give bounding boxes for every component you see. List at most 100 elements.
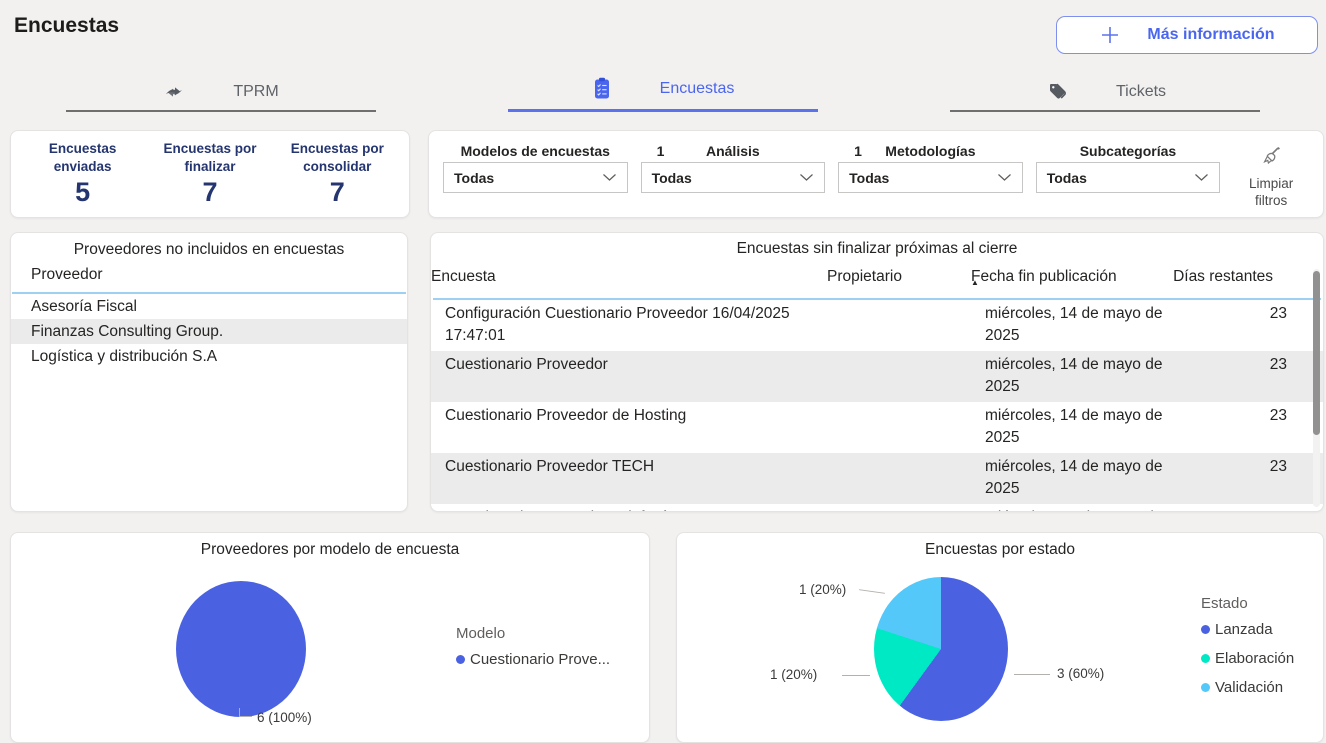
connector-icon [163,82,185,102]
table-row[interactable]: Cuestionario Proveedor Telefonía miércol… [431,504,1323,512]
cell-encuesta: Configuración Cuestionario Proveedor 16/… [445,300,841,351]
kpi-encuestas-por-consolidar: Encuestas por consolidar 7 [276,140,398,207]
clear-filters-label: Limpiar filtros [1233,176,1309,210]
surveys-table-header: Encuesta Propietario Fecha fin publicaci… [431,258,1323,298]
pie-encuestas-por-estado[interactable] [874,577,1008,721]
table-row[interactable]: Configuración Cuestionario Proveedor 16/… [431,300,1323,351]
pie-chart-encuestas-por-estado: Encuestas por estado 1 (20%) 1 (20%) 3 (… [676,532,1324,743]
pie-data-label-lanzada: 3 (60%) [1057,666,1104,681]
filter-analisis: 1 Análisis Todas [641,143,826,193]
kpi-encuestas-por-finalizar: Encuestas por finalizar 7 [149,140,271,207]
page-title: Encuestas [14,14,119,38]
column-header-propietario[interactable]: Propietario [827,266,971,288]
legend-title: Estado [1201,595,1294,612]
legend-item-cuestionario-proveedor[interactable]: Cuestionario Prove... [456,651,610,668]
clipboard-checklist-icon [592,77,612,101]
cell-encuesta: Cuestionario Proveedor Telefonía [445,504,841,512]
cell-dias: 23 [1171,504,1287,512]
pie-slice-cuestionario-proveedor[interactable] [176,581,306,717]
providers-column-header[interactable]: Proveedor [11,259,407,292]
more-info-label: Más información [1147,26,1274,44]
metodologias-dropdown[interactable]: Todas [838,162,1023,193]
table-row[interactable]: Cuestionario Proveedor TECH miércoles, 1… [431,453,1323,504]
chevron-down-icon [799,173,814,182]
pie-data-label: 6 (100%) [257,710,312,725]
tab-encuestas[interactable]: Encuestas [442,70,884,112]
chevron-down-icon [1194,173,1209,182]
tab-tickets-label: Tickets [1116,83,1166,101]
kpi-value: 5 [22,177,144,208]
column-header-dias[interactable]: Días restantes [1157,266,1273,288]
pie-chart-proveedores-por-modelo: Proveedores por modelo de encuesta 6 (10… [10,532,650,743]
filter-label: Metodologías [885,143,975,159]
cell-propietario [841,504,985,512]
pie-data-label-elaboracion: 1 (20%) [770,667,817,682]
more-info-button[interactable]: Más información [1056,16,1318,54]
kpi-label: Encuestas enviadas [22,140,144,175]
table-row[interactable]: Finanzas Consulting Group. [11,319,407,344]
surveys-table-title: Encuestas sin finalizar próximas al cier… [431,240,1323,258]
cell-fecha: miércoles, 14 de mayo de 2025 [985,300,1171,351]
filter-modelos-de-encuestas: Modelos de encuestas Todas [443,143,628,193]
tab-tickets[interactable]: Tickets [884,70,1326,112]
legend-item-elaboracion[interactable]: Elaboración [1201,650,1294,667]
clear-filters-button[interactable]: Limpiar filtros [1233,143,1309,210]
callout-line [1014,674,1050,675]
cell-encuesta: Cuestionario Proveedor [445,351,841,402]
column-header-fecha[interactable]: Fecha fin publicación ▲ [971,266,1157,288]
scrollbar-thumb[interactable] [1313,271,1320,435]
tab-encuestas-label: Encuestas [660,80,735,98]
broom-icon [1258,145,1284,169]
subcategorias-dropdown[interactable]: Todas [1036,162,1221,193]
callout-line [239,708,252,717]
table-row[interactable]: Logística y distribución S.A [11,344,407,369]
cell-fecha: miércoles, 14 de mayo de 2025 [985,351,1171,402]
legend-title: Modelo [456,625,610,642]
cell-dias: 23 [1171,351,1287,402]
dropdown-value: Todas [652,170,692,186]
tab-bar: TPRM Encuestas [0,70,1326,112]
chevron-down-icon [602,173,617,182]
cell-propietario [841,300,985,351]
cell-propietario [841,402,985,453]
kpi-label: Encuestas por consolidar [276,140,398,175]
table-row[interactable]: Cuestionario Proveedor de Hosting miérco… [431,402,1323,453]
kpi-value: 7 [276,177,398,208]
surveys-table-card: Encuestas sin finalizar próximas al cier… [430,232,1324,512]
modelos-dropdown[interactable]: Todas [443,162,628,193]
dropdown-value: Todas [454,170,494,186]
kpi-value: 7 [149,177,271,208]
cell-dias: 23 [1171,402,1287,453]
cell-encuesta: Cuestionario Proveedor de Hosting [445,402,841,453]
sort-ascending-icon: ▲ [971,272,979,294]
filter-count-badge: 1 [657,143,665,159]
tags-icon [1044,82,1068,102]
tab-tprm-label: TPRM [233,83,278,101]
callout-line [842,675,870,676]
legend-item-lanzada[interactable]: Lanzada [1201,621,1294,638]
legend-dot [1201,625,1210,634]
legend-dot [456,655,465,664]
cell-encuesta: Cuestionario Proveedor TECH [445,453,841,504]
filter-label: Análisis [706,143,760,159]
filters-card: Modelos de encuestas Todas 1 Análisis To… [428,130,1324,218]
table-row[interactable]: Cuestionario Proveedor miércoles, 14 de … [431,351,1323,402]
analisis-dropdown[interactable]: Todas [641,162,826,193]
chart-title: Proveedores por modelo de encuesta [11,533,649,559]
filter-label: Subcategorías [1080,143,1176,159]
legend-item-validacion[interactable]: Validación [1201,679,1294,696]
filter-count-badge: 1 [854,143,862,159]
legend-label: Cuestionario Prove... [470,651,610,668]
chart-title: Encuestas por estado [677,533,1323,559]
cell-fecha: miércoles, 14 de mayo de 2025 [985,402,1171,453]
providers-table-title: Proveedores no incluidos en encuestas [11,241,407,259]
table-row[interactable]: Asesoría Fiscal [11,294,407,319]
providers-table-card: Proveedores no incluidos en encuestas Pr… [10,232,408,512]
column-header-encuesta[interactable]: Encuesta [431,266,827,288]
dropdown-value: Todas [1047,170,1087,186]
tab-tprm[interactable]: TPRM [0,70,442,112]
chart-legend: Estado Lanzada Elaboración Validación [1201,595,1294,708]
kpi-label: Encuestas por finalizar [149,140,271,175]
pie-data-label-validacion: 1 (20%) [799,582,846,597]
cell-propietario [841,351,985,402]
